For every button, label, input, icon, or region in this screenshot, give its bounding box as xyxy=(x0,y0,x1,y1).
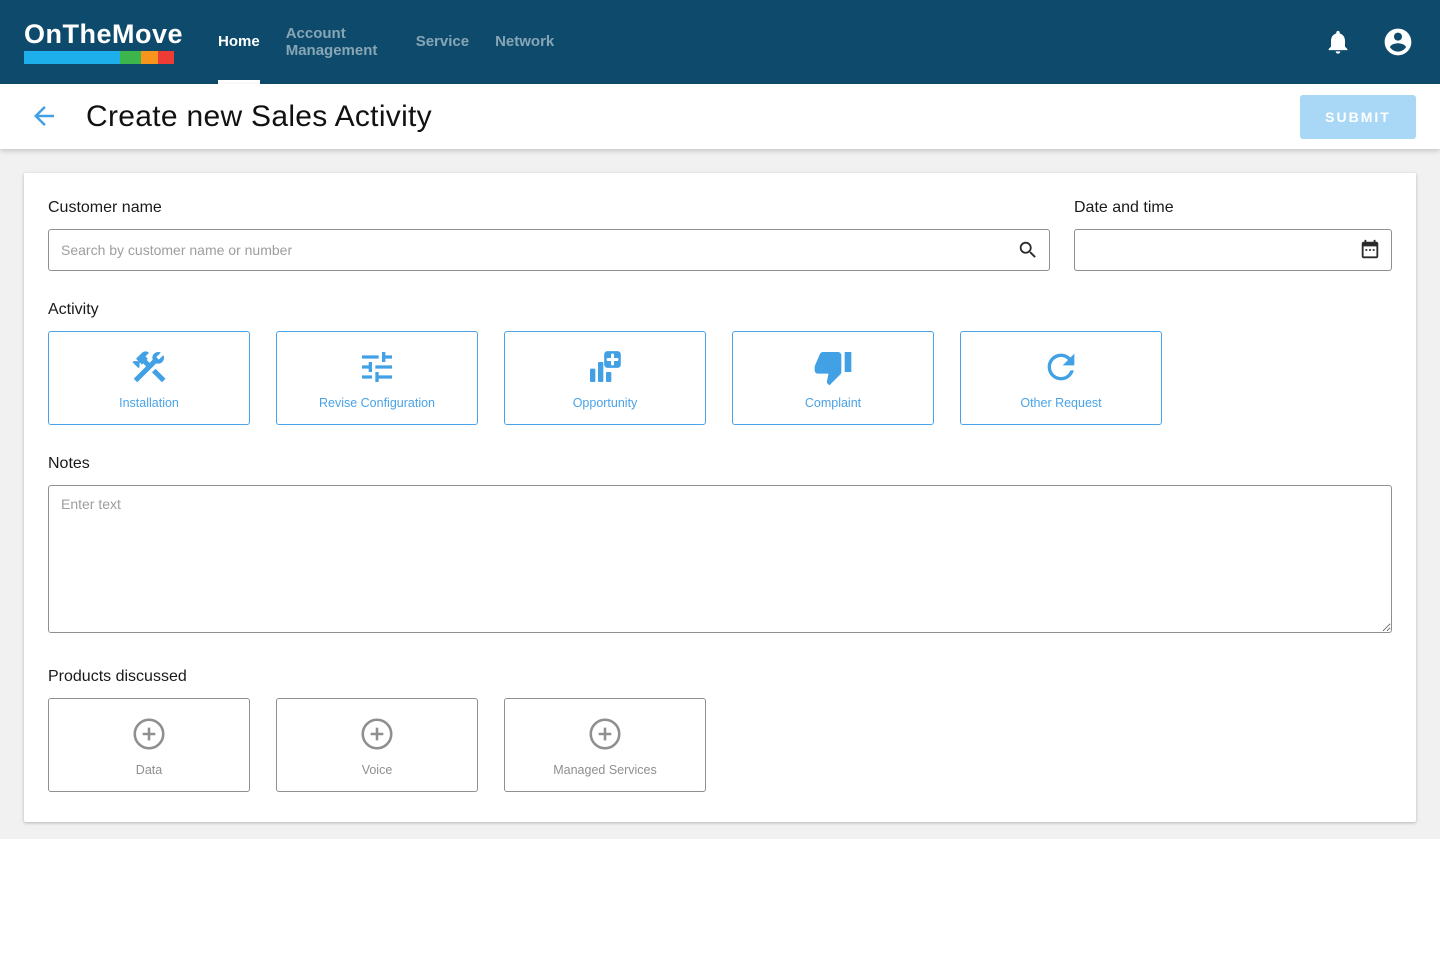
main-content: Customer name Date and time xyxy=(0,149,1440,839)
activity-option-label: Other Request xyxy=(1020,396,1101,410)
date-time-label: Date and time xyxy=(1074,199,1392,217)
nav-item-home[interactable]: Home xyxy=(218,0,260,84)
brand-name: OnTheMove xyxy=(24,20,183,50)
navbar-actions xyxy=(1322,26,1414,58)
logo-bar-segment-orange xyxy=(141,51,158,64)
product-option-label: Managed Services xyxy=(553,763,657,777)
customer-name-label: Customer name xyxy=(48,199,1050,217)
product-option-label: Data xyxy=(136,763,162,777)
activity-options: Installation Revise Configuration Opport… xyxy=(48,331,1392,425)
activity-option-installation[interactable]: Installation xyxy=(48,331,250,425)
sales-activity-form-card: Customer name Date and time xyxy=(24,173,1416,822)
arrow-back-icon xyxy=(29,101,59,131)
product-option-data[interactable]: Data xyxy=(48,698,250,792)
refresh-icon xyxy=(1041,347,1081,387)
notes-label: Notes xyxy=(48,455,1392,473)
top-navbar: OnTheMove Home Account Management Servic… xyxy=(0,0,1440,84)
product-options: Data Voice Managed Services xyxy=(48,698,1392,792)
customer-search-input[interactable] xyxy=(48,229,1050,271)
nav-item-label: Network xyxy=(495,33,554,50)
logo-bar-segment-cyan xyxy=(24,51,120,64)
activity-option-revise-configuration[interactable]: Revise Configuration xyxy=(276,331,478,425)
nav-item-service[interactable]: Service xyxy=(416,0,469,84)
nav-item-label: Service xyxy=(416,33,469,50)
account-button[interactable] xyxy=(1382,26,1414,58)
page-title: Create new Sales Activity xyxy=(86,100,432,134)
product-option-label: Voice xyxy=(362,763,393,777)
activity-option-opportunity[interactable]: Opportunity xyxy=(504,331,706,425)
nav-item-account-management[interactable]: Account Management xyxy=(286,0,390,84)
nav-item-label: Home xyxy=(218,33,260,50)
notifications-button[interactable] xyxy=(1322,26,1354,58)
add-circle-icon xyxy=(357,714,397,754)
brand-logo-bar xyxy=(24,51,174,64)
tools-icon xyxy=(129,347,169,387)
date-time-input[interactable] xyxy=(1074,229,1392,271)
sliders-icon xyxy=(357,347,397,387)
activity-label: Activity xyxy=(48,301,1392,319)
nav-item-label: Account Management xyxy=(286,25,390,60)
bell-icon xyxy=(1324,28,1352,56)
activity-option-label: Opportunity xyxy=(573,396,638,410)
product-option-managed-services[interactable]: Managed Services xyxy=(504,698,706,792)
submit-button[interactable]: SUBMIT xyxy=(1300,95,1416,139)
main-nav: Home Account Management Service Network xyxy=(218,0,554,84)
nav-item-network[interactable]: Network xyxy=(495,0,554,84)
thumbs-down-icon xyxy=(813,347,853,387)
account-icon xyxy=(1382,25,1414,59)
activity-option-complaint[interactable]: Complaint xyxy=(732,331,934,425)
search-icon xyxy=(1016,238,1040,262)
product-option-voice[interactable]: Voice xyxy=(276,698,478,792)
activity-option-other-request[interactable]: Other Request xyxy=(960,331,1162,425)
page-header: Create new Sales Activity SUBMIT xyxy=(0,84,1440,149)
add-chart-icon xyxy=(585,347,625,387)
products-discussed-label: Products discussed xyxy=(48,668,1392,686)
add-circle-icon xyxy=(129,714,169,754)
activity-option-label: Complaint xyxy=(805,396,861,410)
brand-logo[interactable]: OnTheMove xyxy=(24,20,183,65)
calendar-icon[interactable] xyxy=(1358,238,1382,262)
activity-option-label: Revise Configuration xyxy=(319,396,435,410)
add-circle-icon xyxy=(585,714,625,754)
logo-bar-segment-green xyxy=(120,51,141,64)
logo-bar-segment-red xyxy=(158,51,174,64)
activity-option-label: Installation xyxy=(119,396,179,410)
back-button[interactable] xyxy=(28,101,60,133)
notes-textarea[interactable] xyxy=(48,485,1392,633)
